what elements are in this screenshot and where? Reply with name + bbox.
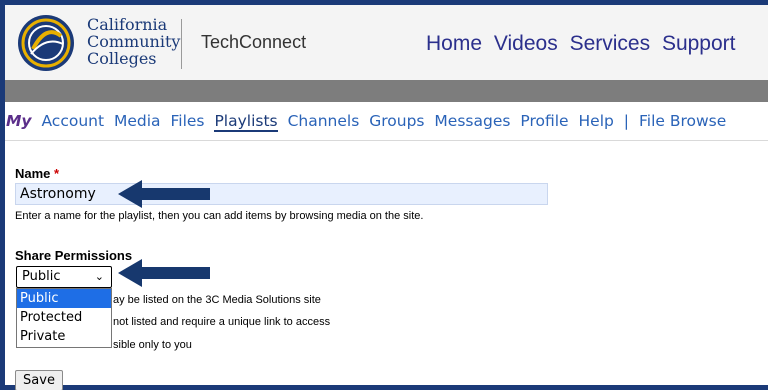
- logo-line: Colleges: [87, 49, 157, 68]
- share-permissions-label: Share Permissions: [15, 248, 133, 263]
- permission-help-protected: not listed and require a unique link to …: [113, 316, 331, 328]
- left-arrow-icon: [118, 259, 210, 287]
- playlist-name-input[interactable]: Astronomy: [15, 183, 548, 205]
- permission-help-private: sible only to you: [113, 339, 192, 351]
- option-public[interactable]: Public: [17, 289, 111, 308]
- subnav-item-profile[interactable]: Profile: [520, 112, 568, 130]
- subnav-separator: |: [623, 112, 630, 130]
- subnav-my-label: My: [6, 112, 32, 130]
- nav-services[interactable]: Services: [570, 32, 651, 55]
- nav-videos[interactable]: Videos: [494, 32, 558, 55]
- required-marker: *: [54, 166, 60, 181]
- option-private[interactable]: Private: [17, 327, 111, 346]
- logo-line: California: [87, 15, 168, 34]
- share-permissions-select[interactable]: Public ⌄: [16, 266, 112, 288]
- subnav-item-files[interactable]: Files: [171, 112, 205, 130]
- header-band: [5, 80, 768, 102]
- permission-help-public: ay be listed on the 3C Media Solutions s…: [113, 294, 321, 306]
- logo-wordmark: California Community Colleges: [87, 16, 180, 67]
- ccc-seal-icon: [18, 15, 74, 71]
- top-navigation: Home Videos Services Support: [426, 32, 742, 56]
- header-divider: [181, 19, 182, 69]
- logo-line: Community: [87, 32, 181, 51]
- nav-support[interactable]: Support: [662, 32, 736, 55]
- name-label: Name *: [15, 166, 59, 181]
- subnav-item-messages[interactable]: Messages: [434, 112, 510, 130]
- subnav-item-playlists[interactable]: Playlists: [214, 112, 278, 132]
- site-header: California Community Colleges TechConnec…: [5, 5, 768, 80]
- subnav-item-groups[interactable]: Groups: [369, 112, 424, 130]
- option-protected[interactable]: Protected: [17, 308, 111, 327]
- subnav-item-media[interactable]: Media: [114, 112, 161, 130]
- account-subnav: My Account Media Files Playlists Channel…: [6, 112, 768, 138]
- content-divider: [5, 140, 768, 141]
- subnav-item-account[interactable]: Account: [41, 112, 104, 130]
- left-arrow-icon: [118, 180, 210, 208]
- nav-home[interactable]: Home: [426, 32, 482, 55]
- save-button[interactable]: Save: [15, 370, 63, 390]
- subnav-item-help[interactable]: Help: [579, 112, 614, 130]
- name-label-text: Name: [15, 166, 51, 181]
- name-help-text: Enter a name for the playlist, then you …: [15, 210, 424, 222]
- chevron-down-icon: ⌄: [94, 270, 104, 283]
- subnav-item-channels[interactable]: Channels: [288, 112, 360, 130]
- select-current-value: Public: [22, 269, 61, 284]
- brand-name: TechConnect: [201, 32, 307, 52]
- share-permissions-dropdown: Public Protected Private: [16, 288, 112, 348]
- subnav-item-file-browse[interactable]: File Browse: [639, 112, 726, 130]
